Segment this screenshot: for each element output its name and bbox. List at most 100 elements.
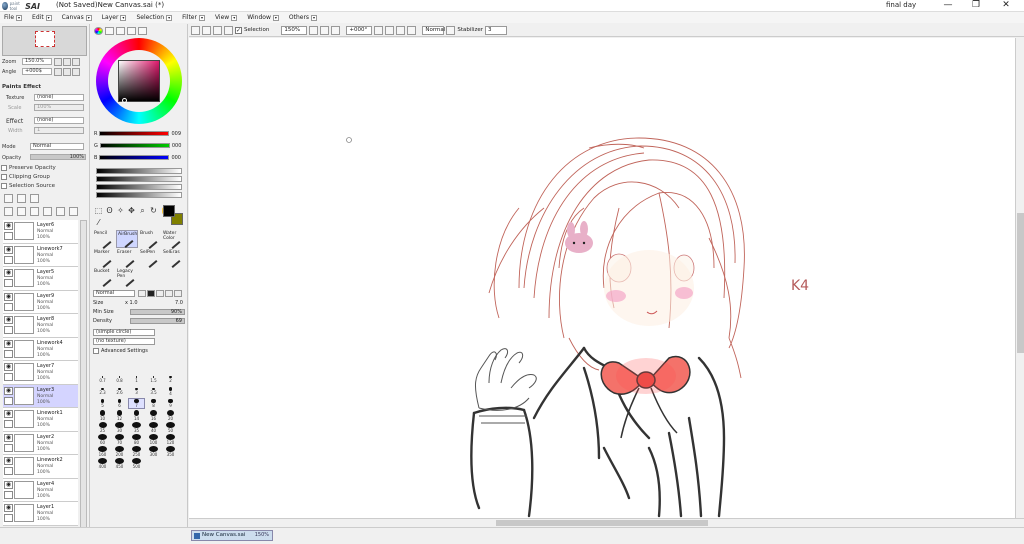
new-linework-icon[interactable]	[17, 194, 26, 203]
zoom-reset-icon[interactable]	[331, 25, 341, 35]
canvas-vertical-scrollbar[interactable]	[1015, 38, 1024, 518]
visibility-eye-icon[interactable]: ◉	[4, 504, 13, 512]
brush-size-preset[interactable]: 30	[111, 422, 128, 433]
brush-tool-legacy-pen[interactable]: Legacy Pen	[116, 268, 138, 287]
brush-size-preset[interactable]: 9	[162, 398, 179, 409]
visibility-eye-icon[interactable]: ◉	[4, 480, 13, 489]
layer-lock-icon[interactable]	[4, 514, 13, 522]
lasso-icon[interactable]: ʘ	[105, 206, 114, 215]
stabilizer-select[interactable]: 3	[485, 25, 507, 35]
zoom-icon[interactable]: ⌕	[138, 206, 147, 215]
layer-row[interactable]: ◉ Linework1 Normal 100%	[3, 408, 78, 432]
delete-layer-icon[interactable]	[43, 207, 52, 216]
zoom-out-button[interactable]	[54, 58, 62, 66]
layer-lock-icon[interactable]	[4, 373, 13, 381]
gray-swatch-4[interactable]	[96, 192, 182, 198]
hsv-slider-tab-icon[interactable]	[116, 27, 125, 35]
selection-toggle[interactable]: ✓ Selection	[235, 26, 269, 34]
layer-row[interactable]: ◉ Linework2 Normal 100%	[3, 455, 78, 479]
red-slider[interactable]	[99, 131, 170, 136]
width-field[interactable]: 1	[34, 127, 84, 134]
brush-size-preset[interactable]: 100	[145, 434, 162, 445]
eyedropper-icon[interactable]: ⁄	[94, 218, 103, 227]
brush-size-preset[interactable]: 0.7	[94, 374, 111, 385]
rotate-reset-button[interactable]	[72, 68, 80, 76]
menu-file[interactable]: File ▾	[4, 14, 23, 21]
brush-edge-hard-icon[interactable]	[147, 290, 155, 297]
canvas-zoom-field[interactable]: 150%	[281, 25, 308, 35]
visibility-eye-icon[interactable]: ◉	[4, 339, 13, 348]
brush-size-preset[interactable]: 2.3	[94, 386, 111, 397]
density-slider[interactable]: 69	[130, 317, 185, 324]
brush-size-preset[interactable]: 16	[145, 410, 162, 421]
gray-swatch-1[interactable]	[96, 168, 182, 174]
brush-size-preset[interactable]: 400	[94, 458, 111, 469]
zoom-reset-button[interactable]	[72, 58, 80, 66]
brush-tool-pencil[interactable]: Pencil	[93, 230, 115, 249]
brush-size-preset[interactable]: 160	[94, 446, 111, 457]
layer-lock-icon[interactable]	[4, 490, 13, 499]
brush-tool-eraser[interactable]: Eraser	[116, 249, 138, 268]
layer-lock-icon[interactable]	[4, 302, 13, 311]
brush-size-preset[interactable]: 40	[145, 422, 162, 433]
apply-mask-icon[interactable]	[56, 207, 65, 216]
layer-lock-icon[interactable]	[4, 443, 13, 452]
layer-row[interactable]: ◉ Layer7 Normal 100%	[3, 361, 78, 385]
opacity-slider[interactable]: 100%	[30, 154, 86, 160]
layer-lock-icon[interactable]	[4, 420, 13, 428]
hue-wheel[interactable]	[96, 38, 182, 124]
brush-size-preset[interactable]: 50	[162, 422, 179, 433]
layer-lock-icon[interactable]	[4, 279, 13, 287]
brush-size-preset[interactable]: 350	[162, 446, 179, 457]
visibility-eye-icon[interactable]: ◉	[4, 457, 13, 465]
menu-canvas[interactable]: Canvas ▾	[62, 14, 92, 21]
clipping-group-checkbox[interactable]: Clipping Group	[1, 174, 50, 180]
saturation-value-square[interactable]	[118, 60, 160, 102]
brush-size-preset[interactable]: 4	[162, 386, 179, 397]
layer-row[interactable]: ◉ Linework4 Normal 100%	[3, 337, 78, 361]
close-button[interactable]: ✕	[992, 0, 1020, 12]
deselect-icon[interactable]	[191, 25, 200, 35]
undo-icon[interactable]	[224, 25, 233, 35]
layer-lock-icon[interactable]	[4, 232, 13, 240]
brush-size-preset[interactable]: 5	[94, 398, 111, 409]
menu-others[interactable]: Others ▾	[289, 14, 318, 21]
brush-size-preset[interactable]: 500	[128, 458, 145, 469]
texture-select[interactable]: (none)	[34, 94, 84, 101]
brush-size-preset[interactable]: 300	[145, 446, 162, 457]
menu-selection[interactable]: Selection ▾	[136, 14, 173, 21]
brush-size-preset[interactable]: 14	[128, 410, 145, 421]
brush-size-preset[interactable]: 250	[128, 446, 145, 457]
rotate-icon[interactable]: ↻	[149, 206, 158, 215]
green-slider[interactable]	[99, 143, 170, 148]
brush-texture-select[interactable]: (no texture)	[93, 338, 155, 345]
layer-row[interactable]: ◉ Linework7 Normal 100%	[3, 243, 78, 267]
horizontal-scroll-thumb[interactable]	[496, 520, 708, 526]
rotate-cw-icon[interactable]	[385, 25, 395, 35]
brush-size-preset[interactable]: 60	[94, 434, 111, 445]
canvas-horizontal-scrollbar[interactable]	[189, 518, 1024, 526]
flip-horizontal-icon[interactable]	[407, 25, 417, 35]
visibility-eye-icon[interactable]: ◉	[4, 433, 13, 442]
visibility-eye-icon[interactable]: ◉	[4, 269, 13, 277]
brush-shape-select[interactable]: (simple circle)	[93, 329, 155, 336]
zoom-out-icon[interactable]	[309, 25, 319, 35]
brush-size-preset[interactable]: 3.5	[145, 386, 162, 397]
zoom-field[interactable]: 150.0%	[22, 58, 52, 65]
visibility-eye-icon[interactable]: ◉	[4, 222, 13, 230]
brush-blend-select[interactable]: Normal	[93, 290, 135, 297]
document-tab[interactable]: New Canvas.sai 150%	[191, 530, 273, 541]
canvas-angle-field[interactable]: +000°	[346, 25, 373, 35]
brush-edge-soft-icon[interactable]	[165, 290, 173, 297]
min-size-slider[interactable]: 90%	[130, 308, 185, 315]
brush-size-preset[interactable]: 10	[94, 410, 111, 421]
layer-row[interactable]: ◉ Layer2 Normal 100%	[3, 431, 78, 455]
menu-filter[interactable]: Filter ▾	[182, 14, 205, 21]
layer-lock-icon[interactable]	[4, 349, 13, 358]
brush-size-preset[interactable]: 200	[111, 446, 128, 457]
scratchpad-tab-icon[interactable]	[138, 27, 147, 35]
size-value[interactable]: 7.0	[175, 300, 183, 306]
layer-lock-icon[interactable]	[4, 326, 13, 334]
brush-size-preset[interactable]: 450	[111, 458, 128, 469]
merge-down-icon[interactable]	[17, 207, 26, 216]
